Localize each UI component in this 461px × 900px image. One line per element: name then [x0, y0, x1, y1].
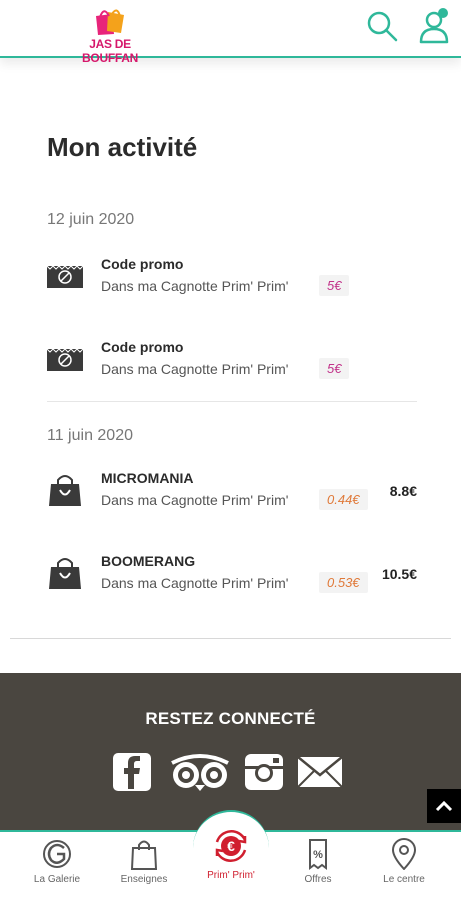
galerie-logo-icon — [43, 840, 71, 868]
map-pin-icon — [391, 838, 417, 870]
activity-item[interactable]: BOOMERANG Dans ma Cagnotte Prim' Prim' 0… — [47, 553, 417, 599]
facebook-icon[interactable] — [112, 751, 152, 793]
nav-label: Le centre — [383, 874, 425, 885]
purchase-amount: 10.5€ — [381, 566, 417, 582]
coupon-icon — [47, 265, 83, 288]
app-header: JAS DE BOUFFAN — [0, 0, 461, 65]
percent-tag-icon: % — [309, 839, 327, 870]
cashback-pill: 5€ — [319, 275, 350, 296]
cashback-pill: 0.53€ — [319, 572, 368, 593]
item-subtitle: Dans ma Cagnotte Prim' Prim' — [101, 575, 289, 591]
svg-text:€: € — [227, 838, 235, 854]
item-title: Code promo — [101, 256, 184, 272]
nav-prim-prim[interactable]: € Prim' Prim' — [191, 826, 271, 884]
item-subtitle: Dans ma Cagnotte Prim' Prim' — [101, 278, 289, 294]
search-icon[interactable] — [364, 8, 400, 44]
date-header: 12 juin 2020 — [47, 211, 135, 228]
item-subtitle: Dans ma Cagnotte Prim' Prim' — [101, 492, 289, 508]
shopping-bag-icon — [49, 558, 81, 589]
euro-coin-icon: € — [215, 830, 247, 862]
item-subtitle: Dans ma Cagnotte Prim' Prim' — [101, 361, 289, 377]
section-divider — [10, 638, 451, 639]
item-title: Code promo — [101, 339, 184, 355]
nav-offres[interactable]: % Offres — [278, 838, 358, 896]
activity-item[interactable]: Code promo Dans ma Cagnotte Prim' Prim' … — [47, 256, 417, 302]
mail-icon[interactable] — [296, 751, 344, 793]
nav-label: Offres — [304, 874, 332, 885]
coupon-icon — [47, 348, 83, 371]
nav-la-galerie[interactable]: La Galerie — [17, 838, 97, 896]
cashback-pill: 5€ — [319, 358, 350, 379]
activity-item[interactable]: MICROMANIA Dans ma Cagnotte Prim' Prim' … — [47, 470, 417, 516]
page-title: Mon activité — [47, 132, 198, 162]
tripadvisor-icon[interactable] — [168, 751, 232, 793]
mall-logo[interactable]: JAS DE BOUFFAN — [62, 4, 158, 65]
shopping-bag-icon — [130, 840, 158, 870]
nav-enseignes[interactable]: Enseignes — [104, 838, 184, 896]
instagram-icon[interactable] — [244, 751, 284, 793]
logo-text: JAS DE BOUFFAN — [82, 37, 138, 65]
purchase-amount: 8.8€ — [389, 483, 417, 499]
item-title: MICROMANIA — [101, 470, 194, 486]
social-footer: RESTEZ CONNECTÉ — [0, 673, 461, 833]
svg-text:%: % — [313, 849, 323, 861]
nav-label: Prim' Prim' — [207, 870, 255, 881]
cashback-pill: 0.44€ — [319, 489, 368, 510]
notification-dot — [438, 8, 448, 18]
date-header: 11 juin 2020 — [47, 427, 133, 444]
nav-le-centre[interactable]: Le centre — [364, 838, 444, 896]
nav-label: Enseignes — [120, 874, 168, 885]
shopping-bag-icon — [49, 475, 81, 506]
connect-title: RESTEZ CONNECTÉ — [145, 709, 316, 728]
logo-bag-icon — [96, 9, 124, 35]
nav-label: La Galerie — [33, 874, 81, 885]
item-title: BOOMERANG — [101, 553, 196, 569]
activity-item[interactable]: Code promo Dans ma Cagnotte Prim' Prim' … — [47, 339, 417, 385]
group-divider — [47, 401, 417, 402]
chevron-up-icon — [435, 800, 453, 812]
scroll-to-top-button[interactable] — [427, 789, 461, 823]
